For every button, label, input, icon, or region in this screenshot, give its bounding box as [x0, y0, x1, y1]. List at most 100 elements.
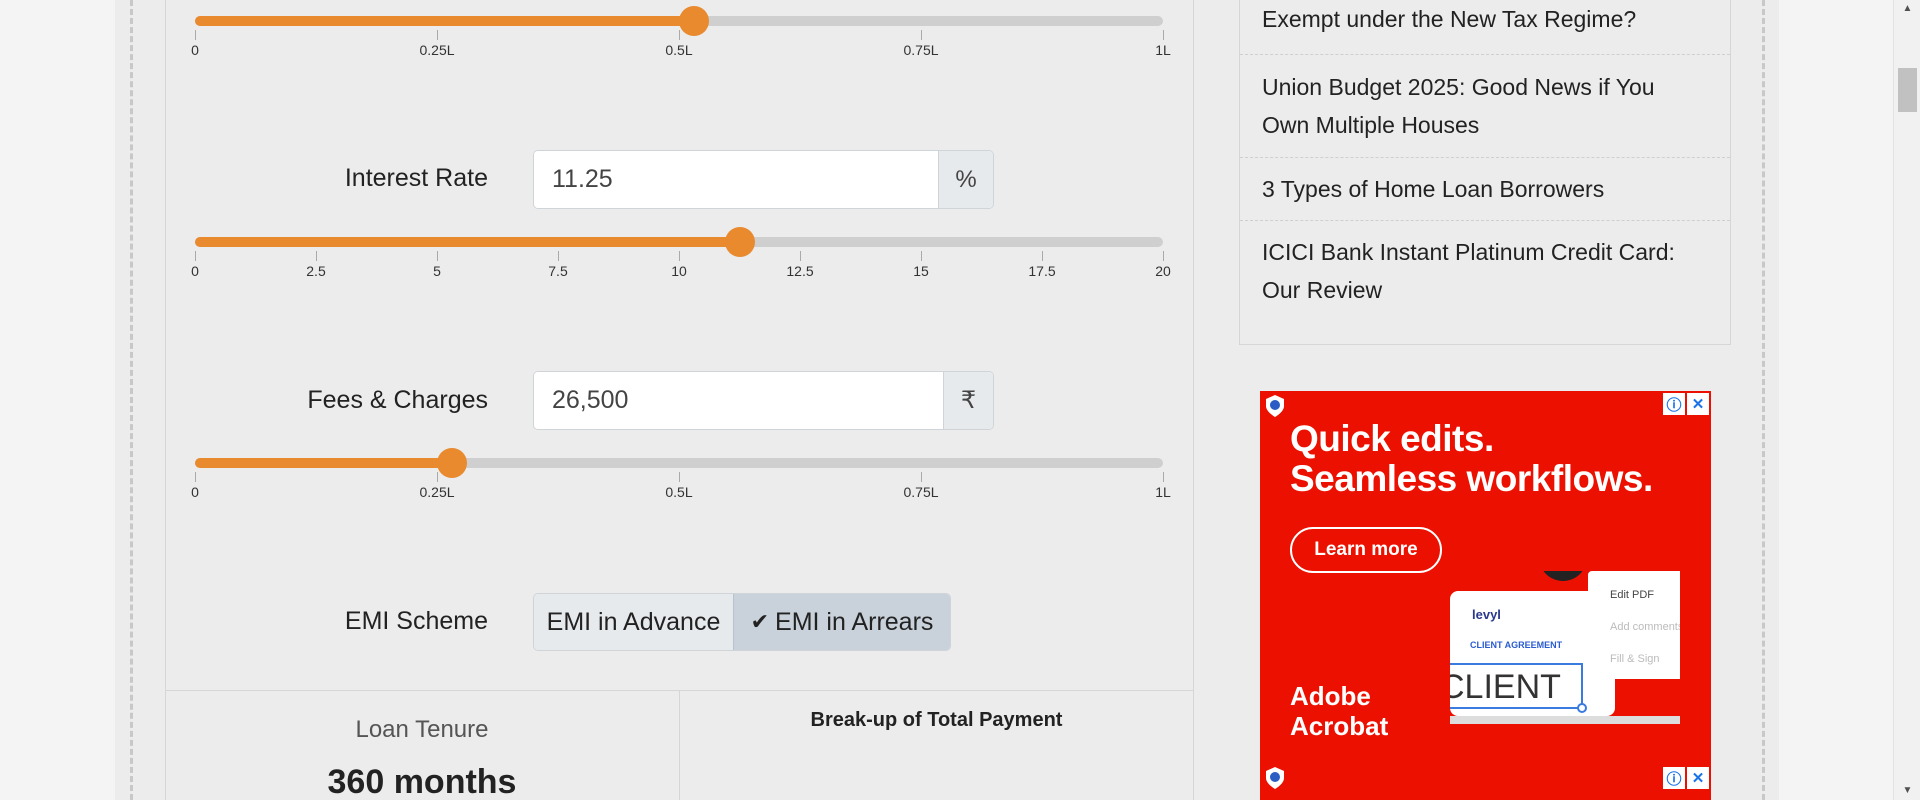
loan-tenure-value: 360 months	[327, 763, 517, 800]
slider-tick-label: 10	[671, 263, 687, 279]
slider-tick-label: 0.75L	[903, 42, 939, 58]
advertisement[interactable]: ⓘ ✕ Quick edits. Seamless workflows. Lea…	[1260, 391, 1711, 800]
emi-scheme-toggle: EMI in Advance ✔ EMI in Arrears	[533, 593, 951, 651]
slider-tick	[437, 30, 438, 40]
slider-tick-label: 12.5	[786, 263, 814, 279]
ad-menu-item: Add comments	[1610, 621, 1680, 633]
scroll-down-arrow-icon[interactable]: ▼	[1894, 784, 1920, 798]
loan-tenure-label: Loan Tenure	[355, 716, 489, 743]
slider-tick-label: 0.75L	[903, 484, 939, 500]
slider-tick	[679, 472, 680, 482]
left-dashed-border	[130, 0, 133, 800]
ad-close-icon[interactable]: ✕	[1687, 393, 1709, 415]
ad-mock-word: CLIENT	[1450, 668, 1561, 706]
fees-charges-label: Fees & Charges	[307, 386, 488, 414]
interest-rate-input-group: %	[533, 150, 994, 209]
sidebar-article-link[interactable]: ICICI Bank Instant Platinum Credit Card:…	[1240, 221, 1730, 345]
slider-thumb[interactable]	[724, 227, 755, 257]
slider-tick	[679, 30, 680, 40]
slider-tick	[921, 472, 922, 482]
breakup-title: Break-up of Total Payment	[810, 709, 1063, 731]
slider-thumb[interactable]	[436, 448, 467, 478]
ad-controls-bottom: ⓘ ✕	[1663, 767, 1709, 789]
ad-controls-top: ⓘ ✕	[1663, 393, 1709, 415]
ad-brand-line1: Adobe	[1290, 681, 1371, 711]
slider-tick	[558, 251, 559, 261]
slider-fill	[195, 458, 452, 468]
slider-tick-label: 1L	[1155, 42, 1171, 58]
adobe-acrobat-logo: Adobe Acrobat	[1290, 681, 1388, 741]
ad-laptop-illustration: levyl CLIENT AGREEMENT CLIENT Edit PDF A…	[1450, 571, 1680, 724]
emi-scheme-label: EMI Scheme	[344, 607, 488, 635]
slider-tick	[1163, 251, 1164, 261]
emi-in-arrears-label: EMI in Arrears	[775, 607, 934, 636]
related-articles-box: Exempt under the New Tax Regime? Union B…	[1239, 0, 1731, 345]
slider-tick	[800, 251, 801, 261]
slider-tick	[921, 30, 922, 40]
right-dashed-border	[1762, 0, 1765, 800]
slider-tick	[195, 472, 196, 482]
scrollbar-thumb[interactable]	[1898, 68, 1917, 112]
slider-tick-label: 7.5	[548, 263, 568, 279]
ad-info-icon[interactable]: ⓘ	[1663, 393, 1685, 415]
emi-in-arrears-button[interactable]: ✔ EMI in Arrears	[733, 594, 950, 650]
slider-fill	[195, 16, 694, 26]
fees-charges-input[interactable]	[534, 372, 944, 429]
slider-tick	[921, 251, 922, 261]
slider-tick-label: 0	[191, 263, 199, 279]
ad-brand-line2: Acrobat	[1290, 711, 1389, 741]
slider-tick-label: 17.5	[1028, 263, 1056, 279]
slider-tick	[437, 472, 438, 482]
fees-input-group: ₹	[533, 371, 994, 430]
sidebar-article-link[interactable]: 3 Types of Home Loan Borrowers	[1240, 158, 1730, 221]
ad-headline-line2: Seamless workflows.	[1290, 458, 1653, 499]
ad-headline: Quick edits. Seamless workflows.	[1290, 419, 1653, 499]
slider-tick	[195, 251, 196, 261]
ad-headline-line1: Quick edits.	[1290, 418, 1494, 459]
slider-tick-label: 15	[913, 263, 929, 279]
interest-rate-label: Interest Rate	[344, 164, 488, 192]
learn-more-button[interactable]: Learn more	[1290, 527, 1442, 573]
percent-addon: %	[938, 151, 993, 208]
results-row: Loan Tenure 360 months Break-up of Total…	[165, 690, 1194, 800]
interest-rate-slider[interactable]: 0 2.5 5 7.5 10 12.5 15 17.5 20	[191, 227, 1171, 287]
slider-tick-label: 0.25L	[419, 42, 455, 58]
slider-tick	[437, 251, 438, 261]
sidebar-article-link[interactable]: Union Budget 2025: Good News if You Own …	[1240, 55, 1730, 158]
slider-tick	[316, 251, 317, 261]
slider-tick	[1163, 472, 1164, 482]
slider-tick-label: 2.5	[306, 263, 326, 279]
slider-tick-label: 0	[191, 42, 199, 58]
slider-tick-label: 5	[433, 263, 441, 279]
slider-tick-label: 0.5L	[665, 484, 693, 500]
slider-tick-label: 1L	[1155, 484, 1171, 500]
slider-tick	[1042, 251, 1043, 261]
sidebar-article-link[interactable]: Exempt under the New Tax Regime?	[1240, 0, 1730, 55]
ad-menu-item: Fill & Sign	[1610, 653, 1660, 665]
emi-in-advance-button[interactable]: EMI in Advance	[534, 594, 733, 650]
ad-mock-title: CLIENT AGREEMENT	[1470, 640, 1563, 650]
ad-info-icon[interactable]: ⓘ	[1663, 767, 1685, 789]
slider-tick	[195, 30, 196, 40]
check-icon: ✔	[750, 609, 770, 634]
page-scrollbar[interactable]: ▲ ▼	[1893, 0, 1920, 800]
slider-tick	[1163, 30, 1164, 40]
scroll-up-arrow-icon[interactable]: ▲	[1894, 2, 1920, 16]
slider-thumb[interactable]	[678, 6, 709, 36]
ad-mock-logo: levyl	[1472, 607, 1501, 622]
slider-tick-label: 0.25L	[419, 484, 455, 500]
slider-tick	[679, 251, 680, 261]
rupee-addon: ₹	[943, 372, 993, 429]
slider-tick-label: 0	[191, 484, 199, 500]
results-divider	[679, 691, 680, 800]
slider-tick-label: 0.5L	[665, 42, 693, 58]
fees-charges-slider[interactable]: 0 0.25L 0.5L 0.75L 1L	[191, 448, 1171, 508]
interest-rate-input[interactable]	[534, 151, 939, 208]
ad-shield-icon	[1266, 767, 1284, 789]
ad-close-icon[interactable]: ✕	[1687, 767, 1709, 789]
ad-shield-icon	[1266, 395, 1284, 417]
slider-fill	[195, 237, 740, 247]
principal-slider[interactable]: 0 0.25L 0.5L 0.75L 1L	[191, 6, 1171, 66]
slider-tick-label: 20	[1155, 263, 1171, 279]
ad-menu-item: Edit PDF	[1610, 589, 1654, 601]
